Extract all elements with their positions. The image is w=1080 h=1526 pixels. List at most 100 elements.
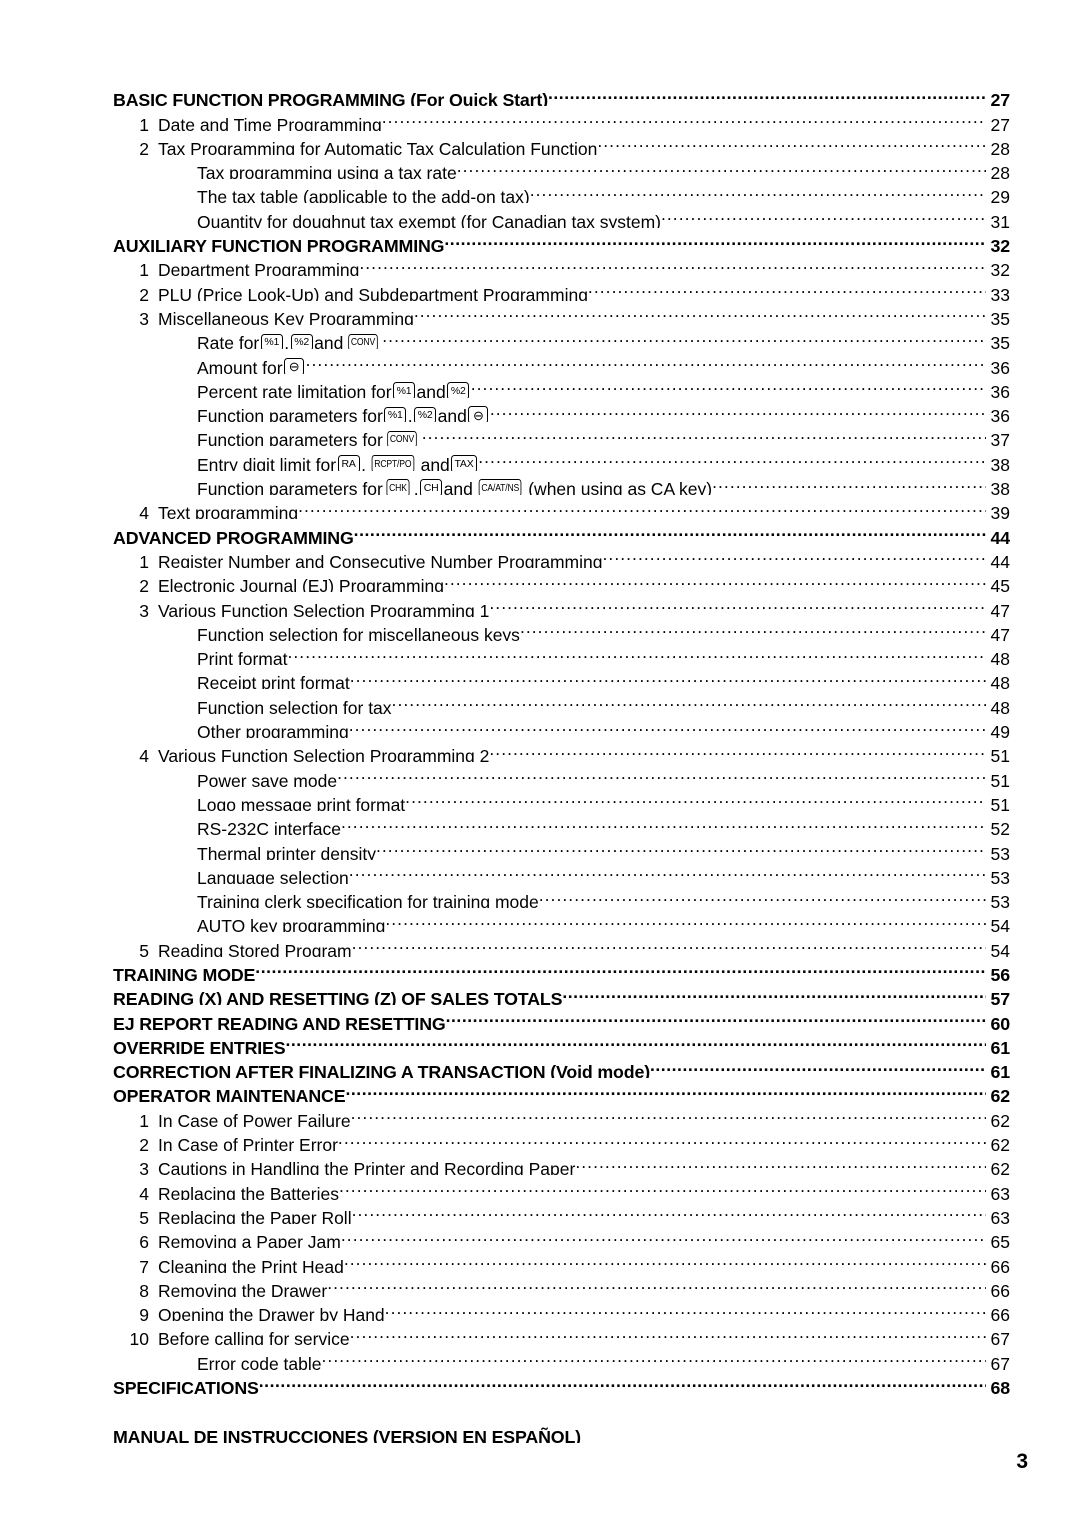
dot-leader	[259, 1370, 986, 1394]
dot-leader	[422, 422, 986, 446]
toc-entry-label: Function parameters for CHK, CH and CA/A…	[197, 477, 712, 496]
toc-label-text: Amount for	[197, 357, 283, 374]
toc-entry-label: AUTO key programming	[197, 916, 386, 933]
toc-entry[interactable]: Other programming 49	[113, 714, 1010, 738]
toc-entry[interactable]: SPECIFICATIONS 68	[113, 1370, 1010, 1394]
toc-entry[interactable]: READING (X) AND RESETTING (Z) OF SALES T…	[113, 981, 1010, 1005]
toc-entry[interactable]: Logo message print format 51	[113, 787, 1010, 810]
toc-entry-label: The tax table (applicable to the add-on …	[197, 187, 530, 204]
toc-entry[interactable]: 8 Removing the Drawer 66	[113, 1273, 1010, 1297]
toc-entry[interactable]: The tax table (applicable to the add-on …	[113, 179, 1010, 203]
toc-entry-number: 8	[139, 1280, 149, 1297]
toc-entry[interactable]: Quantity for doughnut tax exempt (for Ca…	[113, 203, 1010, 227]
toc-entry[interactable]: Thermal printer density 53	[113, 835, 1010, 859]
toc-entry-number: 5	[139, 940, 149, 957]
toc-entry[interactable]: 1 Date and Time Programming 27	[113, 106, 1010, 130]
toc-entry-page: 48	[990, 673, 1010, 690]
toc-entry[interactable]: 5 Reading Stored Program 54	[113, 932, 1010, 956]
dot-leader	[359, 252, 986, 276]
toc-entry[interactable]: OPERATOR MAINTENANCE 62	[113, 1078, 1010, 1102]
toc-entry-label: ADVANCED PROGRAMMING	[113, 527, 354, 544]
dot-leader	[385, 1297, 986, 1321]
toc-entry[interactable]: 2 PLU (Price Look-Up) and Subdepartment P…	[113, 276, 1010, 300]
toc-label-text: ,	[407, 406, 413, 423]
toc-entry[interactable]: 3 Miscellaneous Key Programming 35	[113, 301, 1010, 325]
toc-entry-number: 2	[139, 138, 149, 155]
toc-entry[interactable]: 3 Cautions in Handling the Printer and Re…	[113, 1151, 1010, 1175]
toc-entry-page: 36	[990, 406, 1010, 423]
toc-entry-number: 10	[129, 1329, 149, 1346]
toc-entry[interactable]: 1 In Case of Power Failure 62	[113, 1102, 1010, 1126]
dot-leader	[457, 155, 986, 179]
toc-entry[interactable]: 6 Removing a Paper Jam 65	[113, 1224, 1010, 1248]
toc-entry-page: 47	[990, 600, 1010, 617]
toc-entry[interactable]: RS-232C interface 52	[113, 811, 1010, 835]
toc-entry[interactable]: MANUAL DE INSTRUCCIONES (VERSION EN ESPA…	[113, 1418, 1010, 1443]
toc-label-text: and	[443, 479, 473, 496]
dot-leader	[298, 495, 986, 519]
toc-entry-page: 65	[990, 1232, 1010, 1249]
toc-entry[interactable]: 4 Replacing the Batteries 63	[113, 1175, 1010, 1199]
toc-entry[interactable]: 2 Tax Programming for Automatic Tax Calcu…	[113, 131, 1010, 155]
register-key-icon: %2	[414, 406, 437, 423]
toc-entry[interactable]: Function parameters for CHK, CH and CA/A…	[113, 471, 1010, 496]
toc-entry[interactable]: 1 Register Number and Consecutive Number …	[113, 544, 1010, 568]
toc-entry-number: 7	[139, 1256, 149, 1273]
toc-entry[interactable]: 4 Text programming 39	[113, 495, 1010, 519]
toc-entry[interactable]: ADVANCED PROGRAMMING 44	[113, 519, 1010, 543]
toc-entry-number: 6	[139, 1232, 149, 1249]
dot-leader	[354, 519, 986, 543]
toc-entry[interactable]: Function parameters for %1, %2 and ⊖ 36	[113, 398, 1010, 423]
toc-entry[interactable]: CORRECTION AFTER FINALIZING A TRANSACTIO…	[113, 1054, 1010, 1078]
toc-entry-number: 4	[139, 746, 149, 763]
toc-entry[interactable]: Function parameters for CONV 37	[113, 422, 1010, 447]
toc-entry-label: Function selection for tax	[197, 697, 392, 714]
toc-entry[interactable]: Function selection for tax 48	[113, 689, 1010, 713]
toc-entry[interactable]: 2 In Case of Printer Error 62	[113, 1127, 1010, 1151]
toc-entry[interactable]: BASIC FUNCTION PROGRAMMING (For Quick St…	[113, 82, 1010, 106]
register-key-icon: RA	[337, 455, 360, 471]
toc-entry-label: Function parameters for %1, %2 and ⊖	[197, 404, 490, 423]
dot-leader	[344, 1248, 986, 1272]
toc-entry-label: Replacing the Batteries	[158, 1183, 339, 1200]
toc-entry[interactable]: Entry digit limit for RA, RCPT/PO and TA…	[113, 446, 1010, 471]
toc-entry-page: 66	[990, 1280, 1010, 1297]
toc-entry[interactable]: Power save mode 51	[113, 762, 1010, 786]
toc-entry[interactable]: 3 Various Function Selection Programming …	[113, 592, 1010, 616]
register-key-icon: CA/AT/NS	[479, 479, 523, 496]
toc-entry[interactable]: 5 Replacing the Paper Roll 63	[113, 1200, 1010, 1224]
toc-entry[interactable]: Language selection 53	[113, 860, 1010, 883]
toc-entry[interactable]: Training clerk specification for trainin…	[113, 884, 1010, 908]
toc-entry[interactable]: OVERRIDE ENTRIES 61	[113, 1030, 1010, 1054]
dot-leader	[339, 1175, 986, 1199]
toc-entry[interactable]: Tax programming using a tax rate 28	[113, 155, 1010, 179]
toc-entry-label: Register Number and Consecutive Number P…	[158, 551, 603, 568]
toc-entry-page: 56	[990, 964, 1010, 981]
toc-entry[interactable]: Amount for ⊖ 36	[113, 349, 1010, 374]
dot-leader	[327, 1273, 986, 1297]
dot-leader	[285, 1030, 986, 1054]
toc-entry[interactable]: Error code table 67	[113, 1345, 1010, 1369]
toc-entry[interactable]: 4 Various Function Selection Programming …	[113, 738, 1010, 762]
toc-entry[interactable]: 9 Opening the Drawer by Hand 66	[113, 1297, 1010, 1321]
toc-entry[interactable]: 1 Department Programming 32	[113, 252, 1010, 276]
dot-leader	[352, 1200, 986, 1224]
toc-entry-label: Electronic Journal (EJ) Programming	[158, 576, 444, 593]
toc-entry-number: 1	[139, 260, 149, 277]
toc-entry-label: EJ REPORT READING AND RESETTING	[113, 1013, 446, 1030]
toc-entry[interactable]: AUTO key programming 54	[113, 908, 1010, 932]
toc-entry[interactable]: TRAINING MODE 56	[113, 957, 1010, 981]
toc-entry-page: 54	[990, 940, 1010, 957]
toc-entry[interactable]: Percent rate limitation for %1 and %2 36	[113, 374, 1010, 398]
toc-entry[interactable]: 7 Cleaning the Print Head 66	[113, 1248, 1010, 1272]
toc-entry[interactable]: Function selection for miscellaneous key…	[113, 617, 1010, 640]
toc-entry[interactable]: 2 Electronic Journal (EJ) Programming 45	[113, 568, 1010, 592]
toc-entry[interactable]: Rate for %1, %2 and CONV 35	[113, 325, 1010, 350]
toc-entry[interactable]: EJ REPORT READING AND RESETTING 60	[113, 1005, 1010, 1029]
dot-leader	[539, 884, 986, 908]
toc-entry[interactable]: AUXILIARY FUNCTION PROGRAMMING 32	[113, 228, 1010, 252]
toc-entry[interactable]: 10 Before calling for service 67	[113, 1321, 1010, 1345]
toc-entry[interactable]: Receipt print format 48	[113, 665, 1010, 689]
register-key-icon: %1	[384, 406, 407, 423]
toc-entry[interactable]: Print format 48	[113, 641, 1010, 665]
